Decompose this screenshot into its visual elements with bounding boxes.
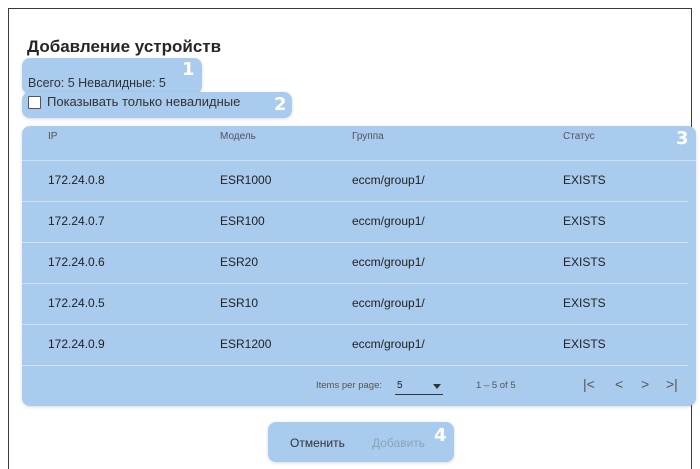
cell-ip: 172.24.0.6 [48, 255, 105, 269]
table-row[interactable]: 172.24.0.9 ESR1200 eccm/group1/ EXISTS [22, 324, 688, 366]
column-header-status[interactable]: Статус [563, 131, 595, 142]
cell-group: eccm/group1/ [352, 173, 425, 187]
cell-status: EXISTS [563, 173, 606, 187]
previous-page-icon[interactable]: < [615, 376, 623, 392]
last-page-icon[interactable]: >| [666, 376, 678, 392]
badge-1: 1 [182, 59, 195, 80]
caret-down-icon [433, 384, 441, 389]
cell-group: eccm/group1/ [352, 255, 425, 269]
device-counts: Всего: 5 Невалидные: 5 [28, 76, 166, 90]
next-page-icon[interactable]: > [641, 376, 649, 392]
cell-status: EXISTS [563, 255, 606, 269]
cancel-button[interactable]: Отменить [290, 436, 345, 450]
table-row[interactable]: 172.24.0.5 ESR10 eccm/group1/ EXISTS [22, 283, 688, 325]
page-size-value: 5 [397, 380, 403, 391]
table-row[interactable]: 172.24.0.6 ESR20 eccm/group1/ EXISTS [22, 242, 688, 284]
filter-highlight: Показывать только невалидные 2 [22, 92, 292, 118]
cell-ip: 172.24.0.9 [48, 337, 105, 351]
cell-model: ESR100 [220, 214, 265, 228]
cell-group: eccm/group1/ [352, 337, 425, 351]
cell-model: ESR1200 [220, 337, 272, 351]
cell-model: ESR10 [220, 296, 259, 310]
badge-3: 3 [676, 128, 689, 149]
add-button[interactable]: Добавить [372, 436, 425, 450]
cell-model: ESR20 [220, 255, 259, 269]
items-per-page-label: Items per page: [316, 380, 383, 391]
invalid-only-checkbox[interactable] [28, 96, 41, 109]
badge-4: 4 [434, 425, 447, 446]
cell-status: EXISTS [563, 214, 606, 228]
cell-model: ESR1000 [220, 173, 272, 187]
column-header-group[interactable]: Группа [352, 131, 384, 142]
invalid-only-label[interactable]: Показывать только невалидные [47, 94, 240, 109]
paginator: Items per page: 5 1 – 5 of 5 |< < > >| [22, 370, 696, 400]
page-size-select[interactable]: 5 [395, 376, 443, 395]
badge-2: 2 [274, 94, 287, 115]
table-header: IP Модель Группа Статус [22, 126, 696, 161]
cell-ip: 172.24.0.5 [48, 296, 105, 310]
page-range-label: 1 – 5 of 5 [476, 380, 516, 391]
cell-status: EXISTS [563, 337, 606, 351]
first-page-icon[interactable]: |< [583, 376, 595, 392]
actions-highlight: Отменить Добавить 4 [268, 422, 454, 462]
devices-table: IP Модель Группа Статус 3 172.24.0.8 ESR… [22, 126, 696, 406]
table-row[interactable]: 172.24.0.7 ESR100 eccm/group1/ EXISTS [22, 201, 688, 243]
dialog-title: Добавление устройств [27, 37, 222, 56]
column-header-model[interactable]: Модель [220, 131, 256, 142]
table-row[interactable]: 172.24.0.8 ESR1000 eccm/group1/ EXISTS [22, 160, 688, 202]
cell-group: eccm/group1/ [352, 214, 425, 228]
cell-group: eccm/group1/ [352, 296, 425, 310]
cell-ip: 172.24.0.8 [48, 173, 105, 187]
cell-status: EXISTS [563, 296, 606, 310]
counts-highlight: Всего: 5 Невалидные: 5 1 [22, 58, 202, 94]
column-header-ip[interactable]: IP [48, 131, 57, 142]
cell-ip: 172.24.0.7 [48, 214, 105, 228]
